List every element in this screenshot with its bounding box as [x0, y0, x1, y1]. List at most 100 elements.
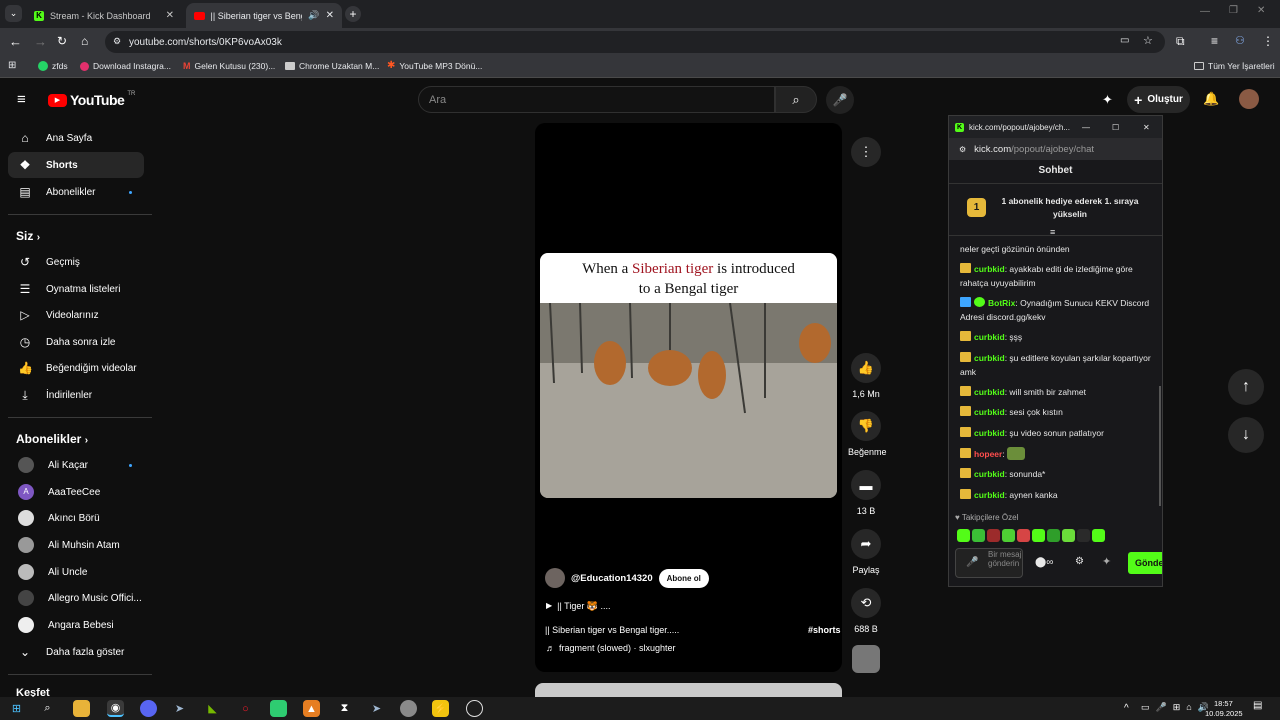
comments-button[interactable]: ▬ 13 B — [848, 470, 884, 516]
notifications-bell-icon[interactable]: 🔔 — [1203, 91, 1219, 107]
emote-bar[interactable] — [957, 529, 1107, 544]
extension-icon[interactable]: ✦ — [1102, 555, 1111, 568]
dislike-button[interactable]: 👎 Beğenme — [848, 411, 887, 457]
subscribe-button[interactable]: Abone ol — [658, 568, 709, 588]
sidebar-item-subscriptions[interactable]: ▤ Abonelikler — [8, 179, 144, 205]
menu-hamburger-icon[interactable]: ≡ — [17, 91, 26, 108]
sidebar-channel[interactable]: A AaaTeeCee — [8, 479, 144, 505]
music-row[interactable]: ♬ fragment (slowed) · slxughter — [546, 643, 676, 653]
chat-message-input[interactable]: 🎤 Bir mesaj gönderin — [955, 548, 1023, 578]
sidebar-channel[interactable]: Akıncı Börü — [8, 505, 144, 531]
obs-icon[interactable] — [466, 700, 483, 717]
home-icon[interactable]: ⌂ — [81, 34, 88, 48]
microphone-icon[interactable]: 🎤 — [966, 557, 978, 568]
app-icon[interactable]: ▲ — [303, 700, 320, 717]
sidebar-item-watch-later[interactable]: ◷ Daha sonra izle — [8, 329, 144, 355]
voice-search-button[interactable]: 🎤 — [826, 86, 854, 114]
sidebar-channel[interactable]: Angara Bebesi — [8, 612, 144, 638]
close-tab-icon[interactable]: ✕ — [326, 10, 334, 21]
sidebar-item-downloads[interactable]: ⤓ İndirilenler — [8, 382, 144, 408]
nvidia-icon[interactable]: ◣ — [204, 700, 221, 717]
create-button[interactable]: + Oluştur — [1127, 86, 1190, 113]
chrome-taskbar-icon[interactable]: ◉ — [107, 700, 124, 717]
sidebar-item-shorts[interactable]: ❖ Shorts — [8, 152, 144, 178]
search-icon[interactable]: ⌕ — [39, 700, 56, 717]
channel-avatar[interactable] — [545, 568, 565, 588]
steam-icon[interactable]: ➤ — [368, 700, 385, 717]
popout-url-bar[interactable]: ⚙ kick.com/popout/ajobey/chat — [949, 138, 1162, 160]
sidebar-channel[interactable]: Ali Uncle — [8, 559, 144, 585]
remix-button[interactable]: ⟲ 688 B — [848, 588, 884, 634]
all-bookmarks-button[interactable]: Tüm Yer İşaretleri — [1194, 61, 1275, 71]
show-more-button[interactable]: ⌄ Daha fazla göster — [8, 639, 144, 665]
tray-icons[interactable]: ▭🎤⊞⌂🔊 — [1141, 702, 1215, 713]
bookmark-item[interactable]: Download Instagra... — [80, 61, 171, 71]
sidebar-channel[interactable]: Allegro Music Offici... — [8, 585, 144, 611]
chat-settings-icon[interactable]: ⚙ — [1075, 556, 1084, 567]
bookmark-item[interactable]: Chrome Uzaktan M... — [285, 61, 379, 71]
discord-icon[interactable] — [140, 700, 157, 717]
app-icon[interactable] — [400, 700, 417, 717]
account-avatar[interactable] — [1239, 89, 1259, 109]
hashtag-link[interactable]: #shorts — [808, 625, 841, 635]
file-explorer-icon[interactable] — [73, 700, 90, 717]
video-frame[interactable]: When a Siberian tiger is introduced to a… — [540, 253, 837, 498]
share-button[interactable]: ➦ Paylaş — [848, 529, 884, 575]
steam-icon[interactable]: ➤ — [171, 700, 188, 717]
sidebar-channel[interactable]: Ali Kaçar — [8, 452, 144, 478]
minimize-window-icon[interactable]: — — [1200, 6, 1210, 17]
next-short-preview[interactable] — [535, 683, 842, 697]
sidebar-item-your-videos[interactable]: ▷ Videolarınız — [8, 302, 144, 328]
clock-time[interactable]: 18:57 — [1214, 699, 1233, 708]
sidebar-item-playlists[interactable]: ☰ Oynatma listeleri — [8, 276, 144, 302]
speaker-icon[interactable]: 🔊 — [308, 11, 319, 20]
close-window-icon[interactable]: ✕ — [1143, 123, 1150, 132]
forward-icon[interactable]: → — [34, 34, 47, 49]
reload-icon[interactable]: ↻ — [57, 34, 67, 48]
close-tab-icon[interactable]: ✕ — [166, 10, 174, 21]
start-windows-icon[interactable]: ⊞ — [8, 700, 25, 717]
search-button[interactable]: ⌕ — [775, 86, 817, 113]
bookmark-star-icon[interactable]: ☆ — [1143, 34, 1153, 47]
more-options-icon[interactable]: ⋮ — [851, 137, 881, 167]
sidebar-item-history[interactable]: ↺ Geçmiş — [8, 249, 144, 275]
previous-short-button[interactable]: ↑ — [1228, 369, 1264, 405]
send-button[interactable]: Gönder — [1128, 552, 1162, 574]
site-info-icon[interactable]: ⚙ — [113, 36, 121, 47]
bookmark-item[interactable]: ✱ YouTube MP3 Dönü... — [387, 61, 482, 72]
address-bar[interactable]: ⚙ youtube.com/shorts/0KP6voAx03k ▭ ☆ — [105, 31, 1165, 53]
minimize-window-icon[interactable]: — — [1082, 123, 1090, 132]
close-window-icon[interactable]: ✕ — [1257, 5, 1265, 16]
tab-search-button[interactable]: ⌄ — [5, 5, 22, 22]
sidebar-channel[interactable]: Ali Muhsin Atam — [8, 532, 144, 558]
maximize-window-icon[interactable]: ❐ — [1229, 5, 1238, 16]
tab-youtube-short[interactable]: || Siberian tiger vs Bengal ti 🔊 ✕ — [186, 3, 342, 28]
cast-icon[interactable]: ▭ — [1120, 35, 1129, 46]
subscriptions-section-title[interactable]: Abonelikler › — [16, 432, 88, 446]
app-icon[interactable]: ⚡ — [432, 700, 449, 717]
apps-icon[interactable]: ⊞ — [8, 60, 16, 71]
app-icon[interactable] — [270, 700, 287, 717]
capcut-icon[interactable]: ⧗ — [336, 700, 353, 717]
like-button[interactable]: 👍 1,6 Mn — [848, 353, 884, 399]
clock-date[interactable]: 10.09.2025 — [1205, 709, 1243, 718]
new-tab-button[interactable]: + — [345, 6, 361, 22]
sound-avatar[interactable] — [852, 645, 880, 673]
extensions-icon[interactable]: ⧉ — [1176, 34, 1185, 49]
chrome-menu-icon[interactable]: ⋮ — [1262, 34, 1274, 48]
notification-center-icon[interactable]: ▤ — [1253, 700, 1262, 711]
sidebar-item-home[interactable]: ⌂ Ana Sayfa — [8, 125, 144, 151]
playlist-link[interactable]: ▶ || Tiger 🐯 .... — [546, 601, 611, 612]
channel-name[interactable]: @Education14320 — [571, 573, 653, 584]
profile-icon[interactable]: ⚇ — [1235, 34, 1245, 47]
youtube-logo[interactable]: ▶ YouTube TR — [48, 91, 135, 108]
reading-list-icon[interactable]: ≡ — [1211, 34, 1218, 48]
bookmark-item[interactable]: M Gelen Kutusu (230)... — [183, 61, 275, 71]
bookmark-item[interactable]: zfds — [38, 61, 68, 71]
kick-extension-icon[interactable]: ✦ — [1102, 92, 1113, 108]
tab-kick-dashboard[interactable]: K Stream - Kick Dashboard ✕ — [26, 3, 182, 28]
chat-scrollbar[interactable] — [1159, 386, 1161, 506]
back-icon[interactable]: ← — [9, 34, 22, 49]
search-input[interactable]: Ara — [418, 86, 775, 113]
opera-icon[interactable]: ○ — [237, 700, 254, 717]
